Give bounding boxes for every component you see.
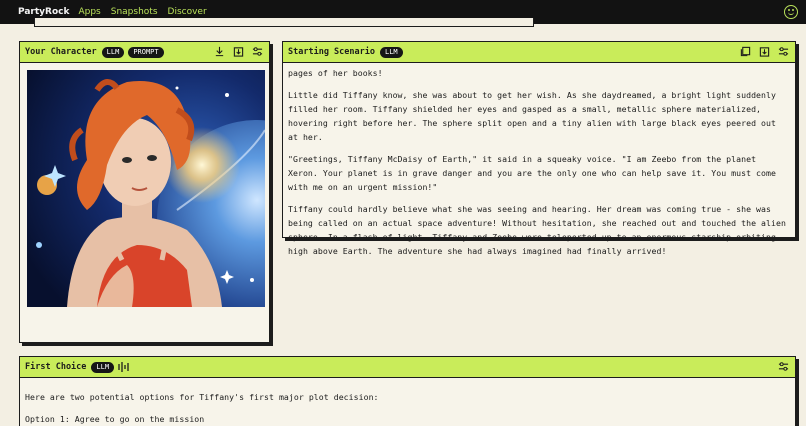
brand-logo[interactable]: PartyRock [18, 7, 69, 17]
choice-paragraph: Here are two potential options for Tiffa… [25, 392, 379, 402]
panel-title: First Choice [25, 362, 87, 372]
save-icon[interactable] [233, 46, 244, 57]
panel-title: Starting Scenario [288, 47, 375, 57]
panel-title: Your Character [25, 47, 97, 57]
scenario-paragraph: pages of her books! [288, 68, 383, 78]
loading-bars-icon [118, 362, 129, 372]
nav-apps[interactable]: Apps [78, 7, 100, 17]
prompt-badge[interactable]: PROMPT [128, 46, 164, 58]
sliders-icon[interactable] [778, 361, 789, 372]
scenario-panel: Starting Scenario LLM pages of her books… [282, 41, 796, 256]
scenario-paragraph: Tiffany could hardly believe what she wa… [288, 204, 786, 256]
first-choice-panel: First Choice LLM Here are two potential … [19, 356, 796, 426]
scenario-output-text: pages of her books! Little did Tiffany k… [283, 63, 795, 258]
scenario-paragraph: "Greetings, Tiffany McDaisy of Earth," i… [288, 154, 776, 192]
choice-paragraph: Option 1: Agree to go on the mission [25, 414, 205, 424]
first-choice-output-text: Here are two potential options for Tiffa… [20, 378, 795, 426]
character-panel: Your Character LLM PROMPT [19, 41, 270, 343]
previous-panel-edge [34, 18, 534, 27]
scenario-panel-header: Starting Scenario LLM [283, 42, 795, 63]
llm-badge: LLM [101, 46, 125, 58]
character-panel-header: Your Character LLM PROMPT [20, 42, 269, 63]
download-icon[interactable] [214, 46, 225, 57]
nav-discover[interactable]: Discover [168, 7, 207, 17]
sliders-icon[interactable] [252, 46, 263, 57]
scenario-paragraph: Little did Tiffany know, she was about t… [288, 90, 776, 142]
character-portrait-image [27, 70, 265, 307]
first-choice-panel-header: First Choice LLM [20, 357, 795, 378]
sliders-icon[interactable] [778, 46, 789, 57]
copy-icon[interactable] [740, 46, 751, 57]
user-avatar-icon[interactable] [784, 5, 798, 19]
save-icon[interactable] [759, 46, 770, 57]
nav-snapshots[interactable]: Snapshots [111, 7, 158, 17]
llm-badge: LLM [380, 46, 403, 58]
llm-badge: LLM [91, 361, 115, 373]
